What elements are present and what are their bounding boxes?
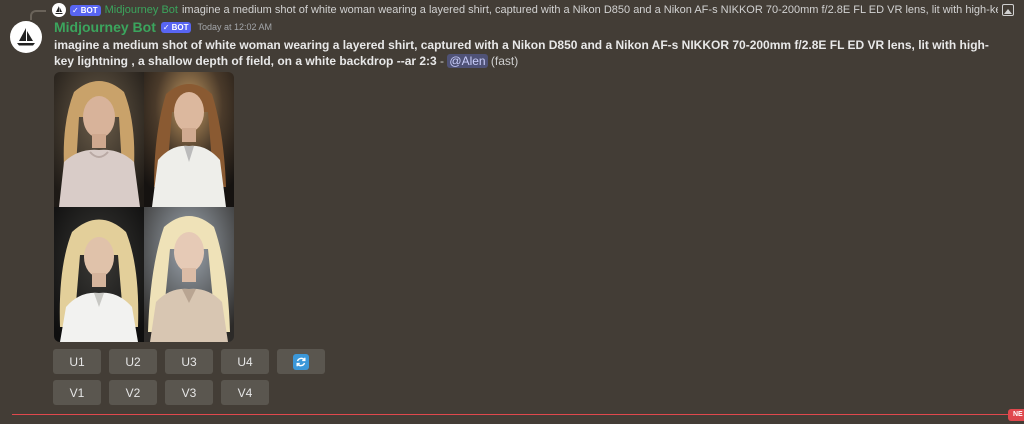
grid-image-4[interactable] — [144, 207, 234, 342]
reply-reference[interactable]: ✓ BOT Midjourney Bot imagine a medium sho… — [52, 2, 1014, 18]
author-name[interactable]: Midjourney Bot — [54, 19, 156, 35]
message-header: Midjourney Bot ✓ BOT Today at 12:02 AM — [54, 18, 272, 36]
upscale-button-1[interactable]: U1 — [53, 349, 101, 374]
reply-bot-tag: ✓ BOT — [70, 4, 101, 16]
upscale-button-4[interactable]: U4 — [221, 349, 269, 374]
sailboat-icon — [17, 28, 35, 46]
grid-image-3[interactable] — [54, 207, 144, 342]
variation-button-1[interactable]: V1 — [53, 380, 101, 405]
variation-button-4[interactable]: V4 — [221, 380, 269, 405]
upscale-button-2[interactable]: U2 — [109, 349, 157, 374]
variation-button-2[interactable]: V2 — [109, 380, 157, 405]
verified-check-icon: ✓ — [162, 22, 170, 32]
grid-image-2[interactable] — [144, 72, 234, 207]
variation-button-3[interactable]: V3 — [165, 380, 213, 405]
sailboat-icon — [55, 6, 63, 14]
reply-spine — [30, 10, 46, 20]
prompt-text: imagine a medium shot of white woman wea… — [54, 38, 989, 68]
reply-text[interactable]: imagine a medium shot of white woman wea… — [182, 4, 998, 16]
new-messages-badge: NE — [1008, 409, 1024, 421]
grid-image-1[interactable] — [54, 72, 144, 207]
generated-image-grid[interactable] — [54, 72, 234, 342]
upscale-button-row: U1 U2 U3 U4 — [53, 349, 325, 374]
timestamp: Today at 12:02 AM — [197, 22, 273, 32]
verified-check-icon: ✓ — [72, 5, 79, 15]
reply-avatar[interactable] — [52, 3, 66, 17]
avatar[interactable] — [10, 21, 42, 53]
image-attachment-icon — [1002, 4, 1014, 16]
separator: - — [436, 54, 448, 68]
reroll-button[interactable] — [277, 349, 325, 374]
reply-author[interactable]: Midjourney Bot — [105, 4, 178, 16]
bot-tag: ✓ BOT — [160, 21, 192, 33]
upscale-button-3[interactable]: U3 — [165, 349, 213, 374]
user-mention[interactable]: @Alen — [447, 54, 488, 68]
refresh-icon — [293, 353, 309, 370]
new-messages-divider — [12, 414, 1012, 415]
message-content: imagine a medium shot of white woman wea… — [54, 37, 1004, 69]
speed-label: (fast) — [487, 54, 519, 68]
variation-button-row: V1 V2 V3 V4 — [53, 380, 269, 405]
